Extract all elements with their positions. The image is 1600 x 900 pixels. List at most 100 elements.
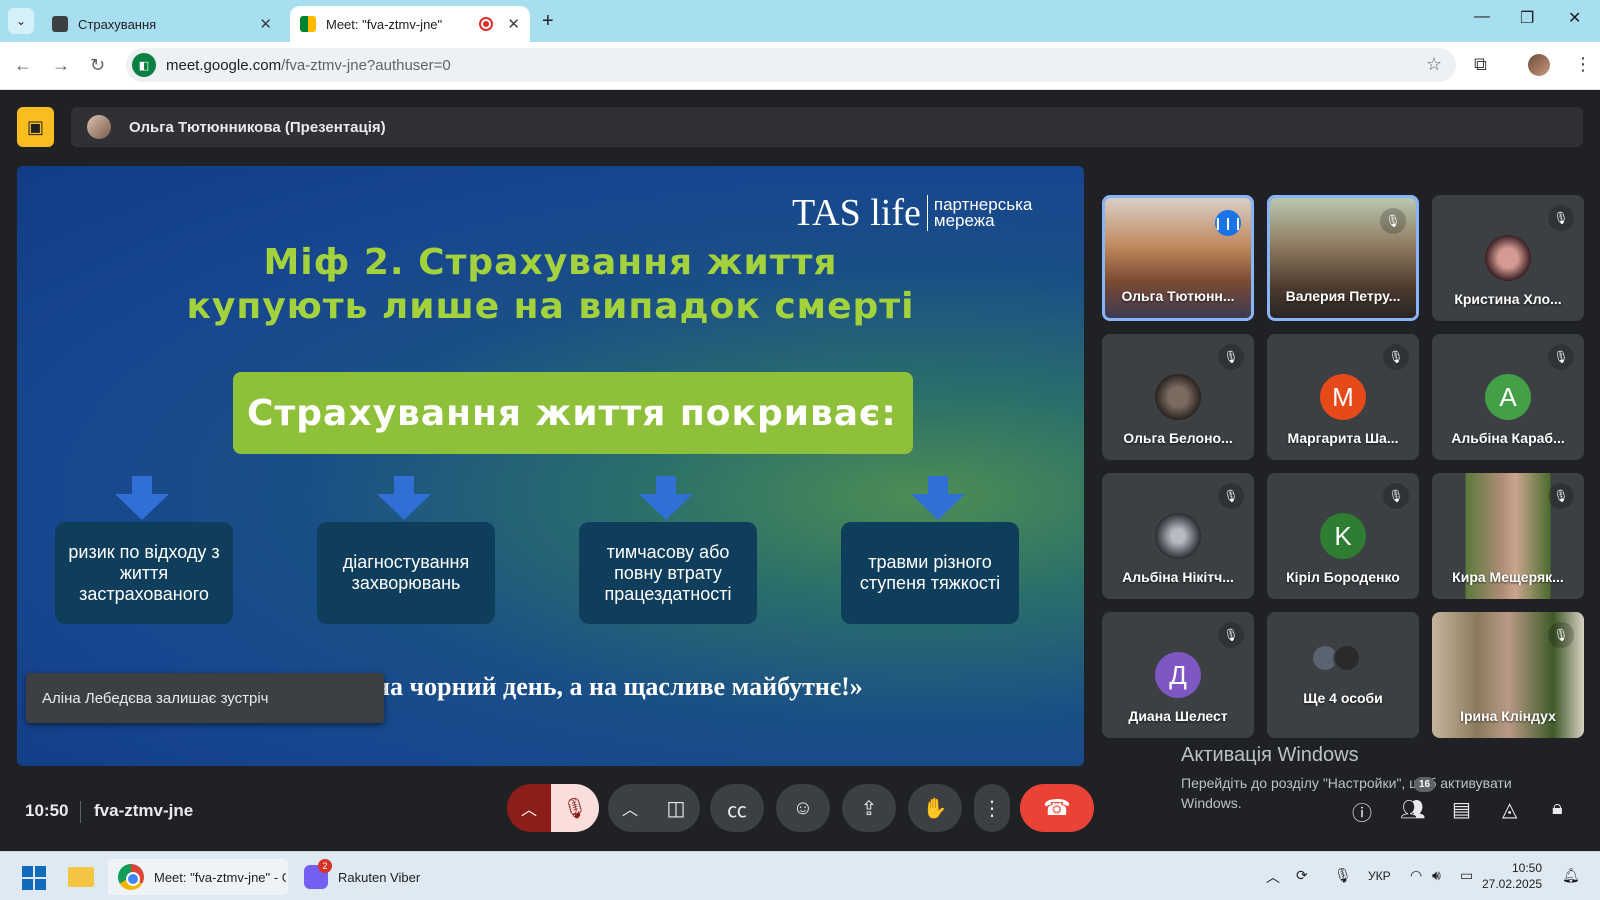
participant-avatars: [1311, 644, 1361, 672]
activities-icon[interactable]: ◬: [1502, 797, 1517, 822]
browser-toolbar: ← → ↻ ◧ meet.google.com/fva-ztmv-jne?aut…: [0, 42, 1600, 90]
extensions-icon[interactable]: ⧉: [1474, 54, 1487, 75]
people-icon[interactable]: 👥︎: [1400, 797, 1425, 822]
slide-card: діагностування захворювань: [317, 522, 495, 624]
slide-quote: на чорний день, а на щасливе майбутнє!»: [375, 672, 863, 701]
close-window-button[interactable]: ✕: [1568, 8, 1581, 28]
url-text[interactable]: meet.google.com/fva-ztmv-jne?authuser=0: [166, 57, 451, 74]
host-controls-icon[interactable]: 🔒︎: [1552, 797, 1563, 820]
close-tab-icon[interactable]: ✕: [259, 15, 272, 33]
participant-avatar: Д: [1155, 652, 1201, 698]
volume-icon[interactable]: 🔊︎: [1432, 867, 1441, 884]
tas-life-logo: TAS life партнерська мережа: [792, 192, 1033, 234]
participant-tile[interactable]: А 🎙︎ Альбіна Караб...: [1432, 334, 1584, 460]
bookmark-star-icon[interactable]: ☆: [1426, 54, 1442, 75]
windows-start-icon[interactable]: [22, 866, 46, 890]
participant-tile[interactable]: 🎙︎ Ірина Кліндух: [1432, 612, 1584, 738]
mic-control: ︿ 🎙︎: [507, 784, 599, 832]
chrome-icon: [118, 864, 144, 890]
reload-icon[interactable]: ↻: [90, 55, 105, 76]
site-info-icon[interactable]: ◧: [132, 53, 156, 77]
minimize-button[interactable]: —: [1474, 8, 1490, 26]
tab-meet[interactable]: Meet: "fva-ztmv-jne" ✕: [290, 6, 530, 42]
meeting-info-icon[interactable]: ⓘ: [1352, 797, 1372, 826]
participant-tile[interactable]: 🎙︎ Валерия Петру...: [1267, 195, 1419, 321]
system-clock[interactable]: 10:50 27.02.2025: [1482, 860, 1542, 892]
show-hidden-icons[interactable]: ︿: [1266, 867, 1280, 887]
participants-count-badge: 16: [1414, 777, 1436, 792]
participant-name: Диана Шелест: [1128, 708, 1228, 724]
battery-icon[interactable]: ▭: [1460, 867, 1473, 884]
participant-tile[interactable]: М 🎙︎ Маргарита Ша...: [1267, 334, 1419, 460]
captions-button[interactable]: ㏄: [710, 784, 764, 832]
more-participants-label: Ще 4 особи: [1303, 690, 1383, 706]
mic-off-icon: 🎙︎: [1218, 344, 1244, 370]
forward-icon[interactable]: →: [52, 55, 70, 76]
meet-area: ▣ Ольга Тютюнникова (Презентація) TAS li…: [0, 91, 1600, 851]
microphone-tray-icon[interactable]: 🎙︎: [1334, 867, 1352, 884]
taskbar-viber[interactable]: 2 Rakuten Viber: [304, 859, 420, 895]
participant-tile[interactable]: 🎙︎ Кристина Хло...: [1432, 195, 1584, 321]
notifications-icon[interactable]: 🔔︎: [1562, 867, 1580, 884]
video-options-chevron-icon[interactable]: ︿: [608, 784, 652, 832]
mic-off-icon: 🎙︎: [1383, 483, 1409, 509]
participant-tile[interactable]: 🎙︎ Альбіна Нікітч...: [1102, 473, 1254, 599]
present-screen-button[interactable]: ⇪: [842, 784, 896, 832]
tab-search-button[interactable]: ⌄: [8, 8, 34, 34]
down-arrow-icon: [377, 476, 431, 520]
participant-name: Валерия Петру...: [1285, 288, 1401, 304]
participant-name: Ольга Тютюнн...: [1121, 288, 1235, 304]
participant-tile[interactable]: Д 🎙︎ Диана Шелест: [1102, 612, 1254, 738]
participant-name: Альбіна Караб...: [1451, 430, 1565, 446]
tab-title: Страхування: [78, 16, 157, 32]
address-bar[interactable]: ◧ meet.google.com/fva-ztmv-jne?authuser=…: [126, 48, 1456, 82]
presenter-avatar: [87, 115, 111, 139]
mic-off-icon: 🎙︎: [1548, 205, 1574, 231]
new-tab-button[interactable]: +: [542, 10, 554, 33]
sync-icon[interactable]: ⟳: [1296, 867, 1308, 884]
emoji-reaction-button[interactable]: ☺: [776, 784, 830, 832]
tab-title: Meet: "fva-ztmv-jne": [326, 16, 443, 32]
language-indicator[interactable]: УКР: [1368, 869, 1391, 883]
back-icon[interactable]: ←: [14, 55, 32, 76]
participant-name: Альбіна Нікітч...: [1122, 569, 1234, 585]
participant-avatar: [1155, 374, 1201, 420]
taskbar-chrome[interactable]: Meet: "fva-ztmv-jne" - G: [108, 859, 288, 895]
participant-tile[interactable]: ❙❙❙ Ольга Тютюнн...: [1102, 195, 1254, 321]
wifi-icon[interactable]: ◠: [1410, 867, 1422, 884]
participant-name: Кира Мещеряк...: [1452, 569, 1564, 585]
meeting-time: 10:50: [25, 801, 69, 820]
participant-tile[interactable]: 🎙︎ Кира Мещеряк...: [1432, 473, 1584, 599]
participant-name: Кіріл Бороденко: [1286, 569, 1400, 585]
chrome-menu-icon[interactable]: ⋮: [1574, 54, 1592, 75]
slide-heading-box: Страхування життя покриває:: [233, 372, 913, 454]
participant-tile[interactable]: 🎙︎ Ольга Белоно...: [1102, 334, 1254, 460]
maximize-button[interactable]: ❐: [1520, 8, 1534, 28]
mic-off-icon: 🎙︎: [1548, 344, 1574, 370]
presenter-bar: Ольга Тютюнникова (Презентація): [71, 107, 1583, 147]
slide-title: Міф 2. Страхування життя купують лише на…: [186, 242, 915, 327]
tab-insurance[interactable]: Страхування ✕: [42, 6, 282, 42]
camera-button[interactable]: ◫: [652, 784, 700, 832]
file-explorer-icon[interactable]: [68, 867, 94, 887]
participant-name: Кристина Хло...: [1454, 291, 1562, 307]
participant-tile[interactable]: K 🎙︎ Кіріл Бороденко: [1267, 473, 1419, 599]
participant-name: Ірина Кліндух: [1460, 708, 1556, 724]
leave-notification: Аліна Лебедєва залишає зустріч: [26, 673, 384, 723]
slide-card: тимчасову або повну втрату працездатност…: [579, 522, 757, 624]
chat-icon[interactable]: ▤: [1452, 797, 1471, 822]
tab-bar: ⌄ Страхування ✕ Meet: "fva-ztmv-jne" ✕ +…: [0, 0, 1600, 42]
more-participants-tile[interactable]: Ще 4 особи: [1267, 612, 1419, 738]
down-arrow-icon: [911, 476, 965, 520]
more-options-button[interactable]: ⋮: [974, 784, 1010, 832]
raise-hand-button[interactable]: ✋: [908, 784, 962, 832]
leave-call-button[interactable]: ☎: [1020, 784, 1094, 832]
audio-options-chevron-icon[interactable]: ︿: [507, 784, 551, 832]
down-arrow-icon: [639, 476, 693, 520]
profile-avatar[interactable]: [1528, 54, 1550, 76]
presentation-icon[interactable]: ▣: [17, 107, 54, 147]
close-tab-icon[interactable]: ✕: [507, 15, 520, 33]
mic-off-icon: 🎙︎: [1383, 344, 1409, 370]
mic-off-button[interactable]: 🎙︎: [551, 784, 599, 832]
slide-card: ризик по відходу з життя застрахованого: [55, 522, 233, 624]
